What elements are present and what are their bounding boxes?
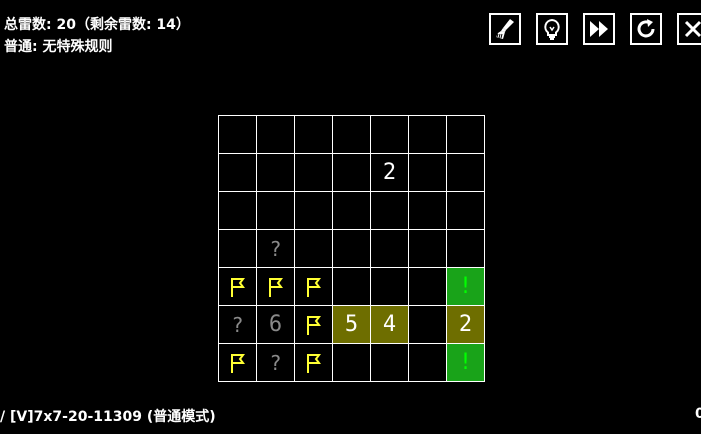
brush-icon <box>496 19 514 39</box>
mine-count-text: 总雷数: 20（剩余雷数: 14） <box>4 17 190 33</box>
flag-icon <box>268 277 283 297</box>
board-cell[interactable] <box>332 115 371 154</box>
flag-icon <box>230 353 245 373</box>
board-cell[interactable]: 2 <box>370 153 409 192</box>
flag-icon <box>306 353 321 373</box>
board-cell[interactable] <box>218 115 257 154</box>
close-button[interactable] <box>677 13 701 45</box>
board-cell[interactable] <box>408 305 447 344</box>
game-info: 总雷数: 20（剩余雷数: 14） 普通: 无特殊规则 <box>4 14 190 58</box>
board-cell[interactable] <box>218 267 257 306</box>
board-cell[interactable] <box>256 267 295 306</box>
board-cell[interactable] <box>446 191 485 230</box>
board-cell[interactable] <box>218 343 257 382</box>
board-cell[interactable] <box>370 343 409 382</box>
hint-button[interactable] <box>536 13 568 45</box>
board-cell[interactable]: ? <box>256 229 295 268</box>
board-cell[interactable]: ! <box>446 267 485 306</box>
level-info: / [V]7x7-20-11309 (普通模式) <box>0 406 216 426</box>
board-cell[interactable] <box>294 115 333 154</box>
board-cell[interactable] <box>218 153 257 192</box>
toolbar <box>489 13 701 45</box>
board-cell[interactable] <box>408 229 447 268</box>
board-cell[interactable] <box>332 343 371 382</box>
board-cell[interactable]: ? <box>256 343 295 382</box>
level-id-text: [V]7x7-20-11309 (普通模式) <box>10 409 216 425</box>
board-cell[interactable] <box>370 115 409 154</box>
board-cell[interactable] <box>256 115 295 154</box>
board-cell[interactable]: 5 <box>332 305 371 344</box>
footer-prefix: / <box>0 409 6 425</box>
board-cell[interactable] <box>256 191 295 230</box>
flag-icon <box>230 277 245 297</box>
board-cell[interactable]: ! <box>446 343 485 382</box>
board-cell[interactable] <box>408 191 447 230</box>
board-cell[interactable] <box>408 267 447 306</box>
lightbulb-icon <box>544 18 560 40</box>
board-cell[interactable] <box>294 343 333 382</box>
board-cell[interactable] <box>408 343 447 382</box>
board-cell[interactable]: 6 <box>256 305 295 344</box>
board-cell[interactable] <box>294 229 333 268</box>
flag-icon <box>306 315 321 335</box>
board-cell[interactable] <box>294 305 333 344</box>
board-cell[interactable] <box>294 267 333 306</box>
mode-text: 普通: 无特殊规则 <box>4 39 113 55</box>
timer-text: 0 <box>695 406 701 422</box>
board-cell[interactable] <box>218 229 257 268</box>
board-cell[interactable] <box>370 229 409 268</box>
board-cell[interactable] <box>256 153 295 192</box>
board-cell[interactable] <box>332 267 371 306</box>
board-cell[interactable]: ? <box>218 305 257 344</box>
board-cell[interactable] <box>446 229 485 268</box>
brush-button[interactable] <box>489 13 521 45</box>
board-cell[interactable] <box>332 191 371 230</box>
board-cell[interactable] <box>332 229 371 268</box>
restart-button[interactable] <box>630 13 662 45</box>
board-cell[interactable]: 2 <box>446 305 485 344</box>
board-cell[interactable] <box>446 115 485 154</box>
board-cell[interactable] <box>446 153 485 192</box>
restart-icon <box>637 19 655 38</box>
skip-button[interactable] <box>583 13 615 45</box>
board-cell[interactable] <box>332 153 371 192</box>
board-cell[interactable] <box>408 115 447 154</box>
board-cell[interactable] <box>370 267 409 306</box>
board-cell[interactable] <box>294 191 333 230</box>
fast-forward-icon <box>590 21 608 37</box>
minesweeper-board: 2?!? 6 5 4 2?! <box>218 115 485 382</box>
board-cell[interactable] <box>294 153 333 192</box>
flag-icon <box>306 277 321 297</box>
close-icon <box>684 20 701 38</box>
board-cell[interactable] <box>218 191 257 230</box>
board-cell[interactable] <box>408 153 447 192</box>
board-cell[interactable] <box>370 191 409 230</box>
board-cell[interactable]: 4 <box>370 305 409 344</box>
